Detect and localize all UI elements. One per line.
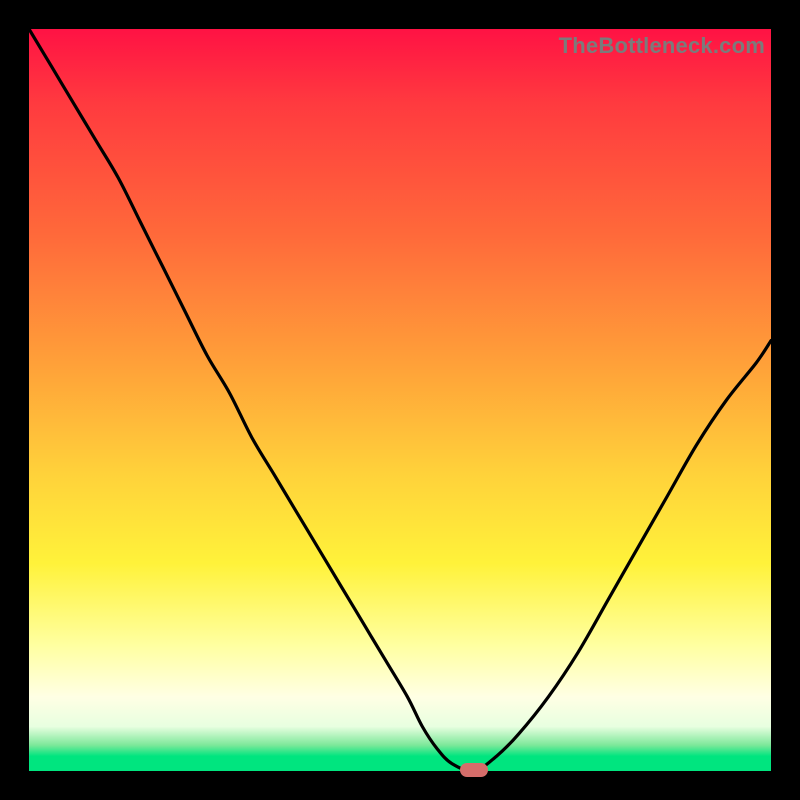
- plot-area: TheBottleneck.com: [29, 29, 771, 771]
- bottleneck-curve: [29, 29, 771, 771]
- chart-frame: TheBottleneck.com: [0, 0, 800, 800]
- curve-path: [29, 29, 771, 771]
- minimum-marker: [460, 763, 488, 777]
